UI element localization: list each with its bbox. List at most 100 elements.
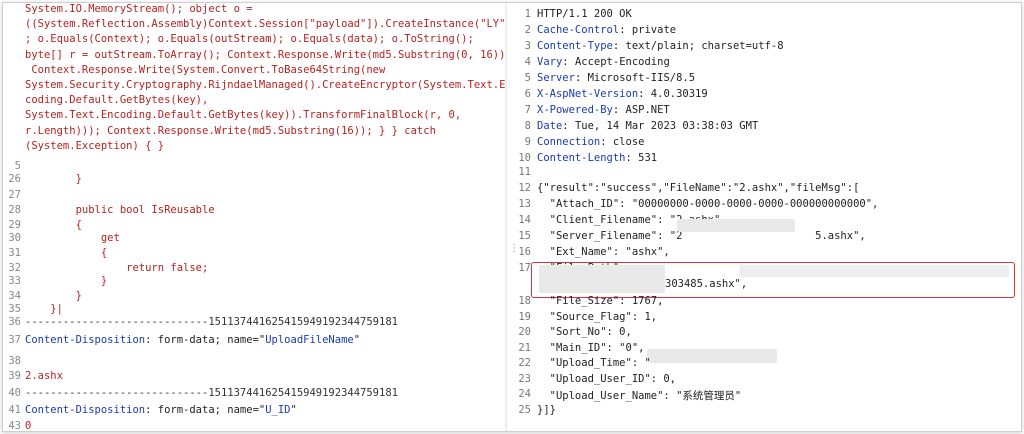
line-number: 29 [8, 219, 21, 231]
line-number: 6 [524, 88, 531, 100]
content-disposition-line: Content-Disposition: form-data; name="Up… [25, 334, 360, 346]
response-pane[interactable]: 1 HTTP/1.1 200 OK 2 Cache-Control: private 3… [507, 3, 1021, 431]
line-number: 24 [518, 388, 531, 400]
line-number: 22 [518, 357, 531, 369]
code-line: System.IO.MemoryStream(); object o = [25, 3, 253, 15]
json-line: "Upload_Time": " [537, 357, 651, 369]
code-line: { [25, 247, 108, 259]
line-number: 28 [8, 204, 21, 216]
line-number: 10 [518, 152, 531, 164]
redacted-region [739, 265, 1009, 277]
redacted-region [539, 265, 665, 293]
line-number: 15 [518, 230, 531, 242]
upload-filename-value: 2.ashx [25, 370, 63, 382]
header-value: : Tue, 14 Mar 2023 03:38:03 GMT [562, 120, 759, 132]
response-header-line: Cache-Control: private [537, 24, 676, 36]
code-line: } [25, 290, 82, 302]
line-number: 34 [8, 290, 21, 302]
line-number: 38 [8, 355, 21, 367]
code-line: Context.Response.Write(System.Convert.To… [25, 63, 386, 76]
line-number: 25 [518, 403, 531, 416]
response-header-line: X-AspNet-Version: 4.0.30319 [537, 88, 708, 100]
line-number: 27 [8, 189, 21, 201]
json-line: "Source_Flag": 1, [537, 310, 658, 323]
file-path-value: 303485.ashx", [665, 278, 748, 290]
header-key: X-Powered-By [537, 104, 613, 116]
code-line: r.Length))); Context.Response.Write(md5.… [25, 124, 436, 137]
code-line: ((System.Reflection.Assembly)Context.Ses… [25, 18, 506, 31]
line-number: 20 [518, 326, 531, 338]
header-key: Content-Disposition [25, 334, 146, 346]
field-name: UploadFileName [265, 334, 354, 346]
line-number: 32 [8, 262, 21, 274]
header-value: : form-data; name=" [145, 334, 266, 346]
line-number: 39 [8, 370, 21, 382]
header-key: Date [537, 120, 563, 132]
line-number: 11 [518, 166, 531, 178]
response-header-line: Vary: Accept-Encoding [537, 56, 670, 68]
line-number: 26 [8, 173, 21, 185]
line-number: 5 [524, 72, 531, 84]
header-key: X-AspNet-Version [537, 88, 639, 100]
code-line: ; o.Equals(Context); o.Equals(outStream)… [25, 33, 474, 46]
code-line: } [25, 275, 108, 287]
code-line: }| [25, 303, 63, 315]
response-header-line: HTTP/1.1 200 OK [537, 8, 632, 20]
response-header-line: Content-Type: text/plain; charset=utf-8 [537, 40, 784, 52]
multipart-boundary: -----------------------------15113744162… [25, 316, 398, 328]
code-line: System.Security.Cryptography.RijndaelMan… [25, 79, 506, 91]
line-number: 43 [8, 420, 21, 431]
header-key: Cache-Control [537, 24, 620, 36]
line-number: 19 [518, 310, 531, 323]
line-number: 14 [518, 214, 531, 226]
line-number: 2 [524, 24, 531, 36]
json-line: "Upload_User_ID": 0, [537, 372, 677, 385]
json-line: }]} [537, 403, 556, 416]
header-key: Vary [537, 56, 563, 68]
line-number: 40 [8, 387, 21, 399]
code-line: { [25, 219, 82, 231]
header-key: Content-Type [537, 40, 613, 52]
u-id-value: 0 [25, 420, 32, 431]
line-number: 1 [524, 8, 531, 20]
line-number: 5 [14, 160, 21, 172]
line-number: 21 [518, 341, 531, 354]
line-number: 23 [518, 372, 531, 385]
line-number: 9 [524, 136, 531, 148]
header-key: Server [537, 72, 575, 84]
request-pane[interactable]: System.IO.MemoryStream(); object o = ((Sy… [3, 3, 506, 431]
http-viewer-window: System.IO.MemoryStream(); object o = ((Sy… [2, 2, 1022, 432]
quote: " [353, 334, 361, 346]
line-number: 7 [524, 104, 531, 116]
header-key: Content-Disposition [25, 404, 146, 416]
redacted-region [677, 219, 795, 232]
code-line: return false; [25, 262, 209, 274]
header-key: Content-Length [537, 152, 626, 164]
json-line: "Sort_No": 0, [537, 326, 632, 338]
response-header-line: X-Powered-By: ASP.NET [537, 104, 670, 116]
json-line: "Ext_Name": "ashx", [537, 246, 670, 258]
line-number: 3 [524, 40, 531, 52]
field-name: U_ID [265, 404, 291, 416]
header-value: : close [600, 136, 645, 148]
line-number: 31 [8, 247, 21, 259]
line-number: 41 [8, 404, 21, 416]
line-number: 12 [518, 182, 531, 194]
header-value: : form-data; name=" [145, 404, 266, 416]
code-line: (System.Exception) { } [25, 139, 165, 152]
code-line: coding.Default.GetBytes(key), [25, 94, 209, 107]
header-value: : Accept-Encoding [562, 56, 670, 68]
header-value: : 531 [625, 152, 658, 164]
code-line: get [25, 232, 120, 244]
response-header-line: Server: Microsoft-IIS/8.5 [537, 72, 695, 84]
line-number: 37 [8, 334, 21, 346]
header-key: HTTP/1.1 200 OK [537, 8, 632, 20]
header-value: : ASP.NET [612, 104, 670, 116]
response-header-line: Date: Tue, 14 Mar 2023 03:38:03 GMT [537, 120, 758, 132]
json-line: {"result":"success","FileName":"2.ashx",… [537, 182, 860, 194]
redacted-region [647, 349, 777, 363]
content-disposition-line: Content-Disposition: form-data; name="U_… [25, 404, 297, 416]
header-key: Connection [537, 136, 601, 148]
line-number: 8 [524, 120, 531, 132]
line-number: 30 [8, 232, 21, 244]
